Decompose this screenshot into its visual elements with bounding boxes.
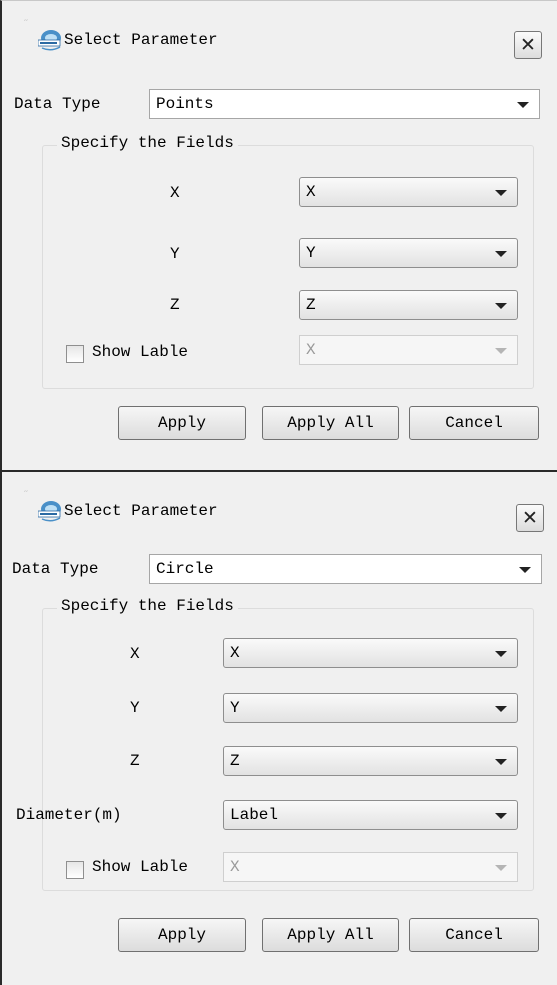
field-x-value: X [230, 644, 240, 662]
system-menu-icon: ′′ [24, 19, 29, 29]
dialog-title: Select Parameter [64, 502, 218, 520]
data-type-select[interactable]: Circle [149, 554, 542, 584]
data-type-select[interactable]: Points [149, 89, 540, 119]
apply-all-button[interactable]: Apply All [262, 406, 399, 440]
field-y-label: Y [170, 245, 180, 263]
app-logo-icon [38, 30, 61, 51]
chevron-down-icon [495, 190, 507, 196]
field-z-label: Z [130, 752, 140, 770]
system-menu-icon: ′′ [24, 490, 29, 500]
chevron-down-icon [517, 102, 529, 108]
apply-button[interactable]: Apply [118, 406, 246, 440]
data-type-label: Data Type [12, 560, 99, 578]
field-x-select[interactable]: X [299, 177, 518, 207]
chevron-down-icon [495, 865, 507, 871]
chevron-down-icon [495, 759, 507, 765]
field-z-label: Z [170, 296, 180, 314]
field-x-value: X [306, 183, 316, 201]
show-label-field-value: X [230, 858, 240, 876]
data-type-value: Points [156, 95, 214, 113]
app-logo-icon [38, 501, 61, 522]
show-label-text: Show Lable [92, 343, 189, 361]
select-parameter-dialog-points: ′′ Select Parameter ✕ Data Type Points S… [0, 0, 557, 470]
field-x-label: X [170, 184, 180, 202]
show-label-field-select: X [299, 335, 518, 365]
close-button[interactable]: ✕ [516, 504, 544, 532]
cancel-button[interactable]: Cancel [409, 918, 539, 952]
field-z-value: Z [230, 752, 240, 770]
apply-all-button[interactable]: Apply All [262, 918, 399, 952]
chevron-down-icon [495, 348, 507, 354]
close-button[interactable]: ✕ [514, 31, 542, 59]
chevron-down-icon [495, 813, 507, 819]
show-label-field-value: X [306, 341, 316, 359]
field-y-select[interactable]: Y [223, 693, 518, 723]
select-parameter-dialog-circle: ′′ Select Parameter ✕ Data Type Circle S… [0, 470, 557, 985]
field-y-value: Y [306, 244, 316, 262]
dialog-title: Select Parameter [64, 31, 218, 49]
field-y-value: Y [230, 699, 240, 717]
close-icon: ✕ [520, 33, 536, 56]
dialog-title-bar: ′′ Select Parameter ✕ [2, 1, 557, 61]
chevron-down-icon [495, 651, 507, 657]
chevron-down-icon [495, 251, 507, 257]
group-title: Specify the Fields [57, 134, 238, 152]
field-z-select[interactable]: Z [299, 290, 518, 320]
dialog-title-bar: ′′ Select Parameter ✕ [2, 472, 557, 532]
chevron-down-icon [519, 567, 531, 573]
show-label-checkbox[interactable] [66, 345, 84, 363]
field-y-select[interactable]: Y [299, 238, 518, 268]
field-y-label: Y [130, 699, 140, 717]
show-label-text: Show Lable [92, 858, 189, 876]
apply-button[interactable]: Apply [118, 918, 246, 952]
data-type-value: Circle [156, 560, 214, 578]
field-x-label: X [130, 645, 140, 663]
field-z-value: Z [306, 296, 316, 314]
show-label-field-select: X [223, 852, 518, 882]
field-diameter-label: Diameter(m) [16, 806, 122, 824]
show-label-checkbox[interactable] [66, 861, 84, 879]
data-type-label: Data Type [14, 95, 101, 113]
chevron-down-icon [495, 706, 507, 712]
field-z-select[interactable]: Z [223, 746, 518, 776]
cancel-button[interactable]: Cancel [409, 406, 539, 440]
field-x-select[interactable]: X [223, 638, 518, 668]
chevron-down-icon [495, 303, 507, 309]
field-diameter-value: Label [230, 806, 279, 824]
field-diameter-select[interactable]: Label [223, 800, 518, 830]
group-title: Specify the Fields [57, 597, 238, 615]
close-icon: ✕ [522, 506, 538, 529]
